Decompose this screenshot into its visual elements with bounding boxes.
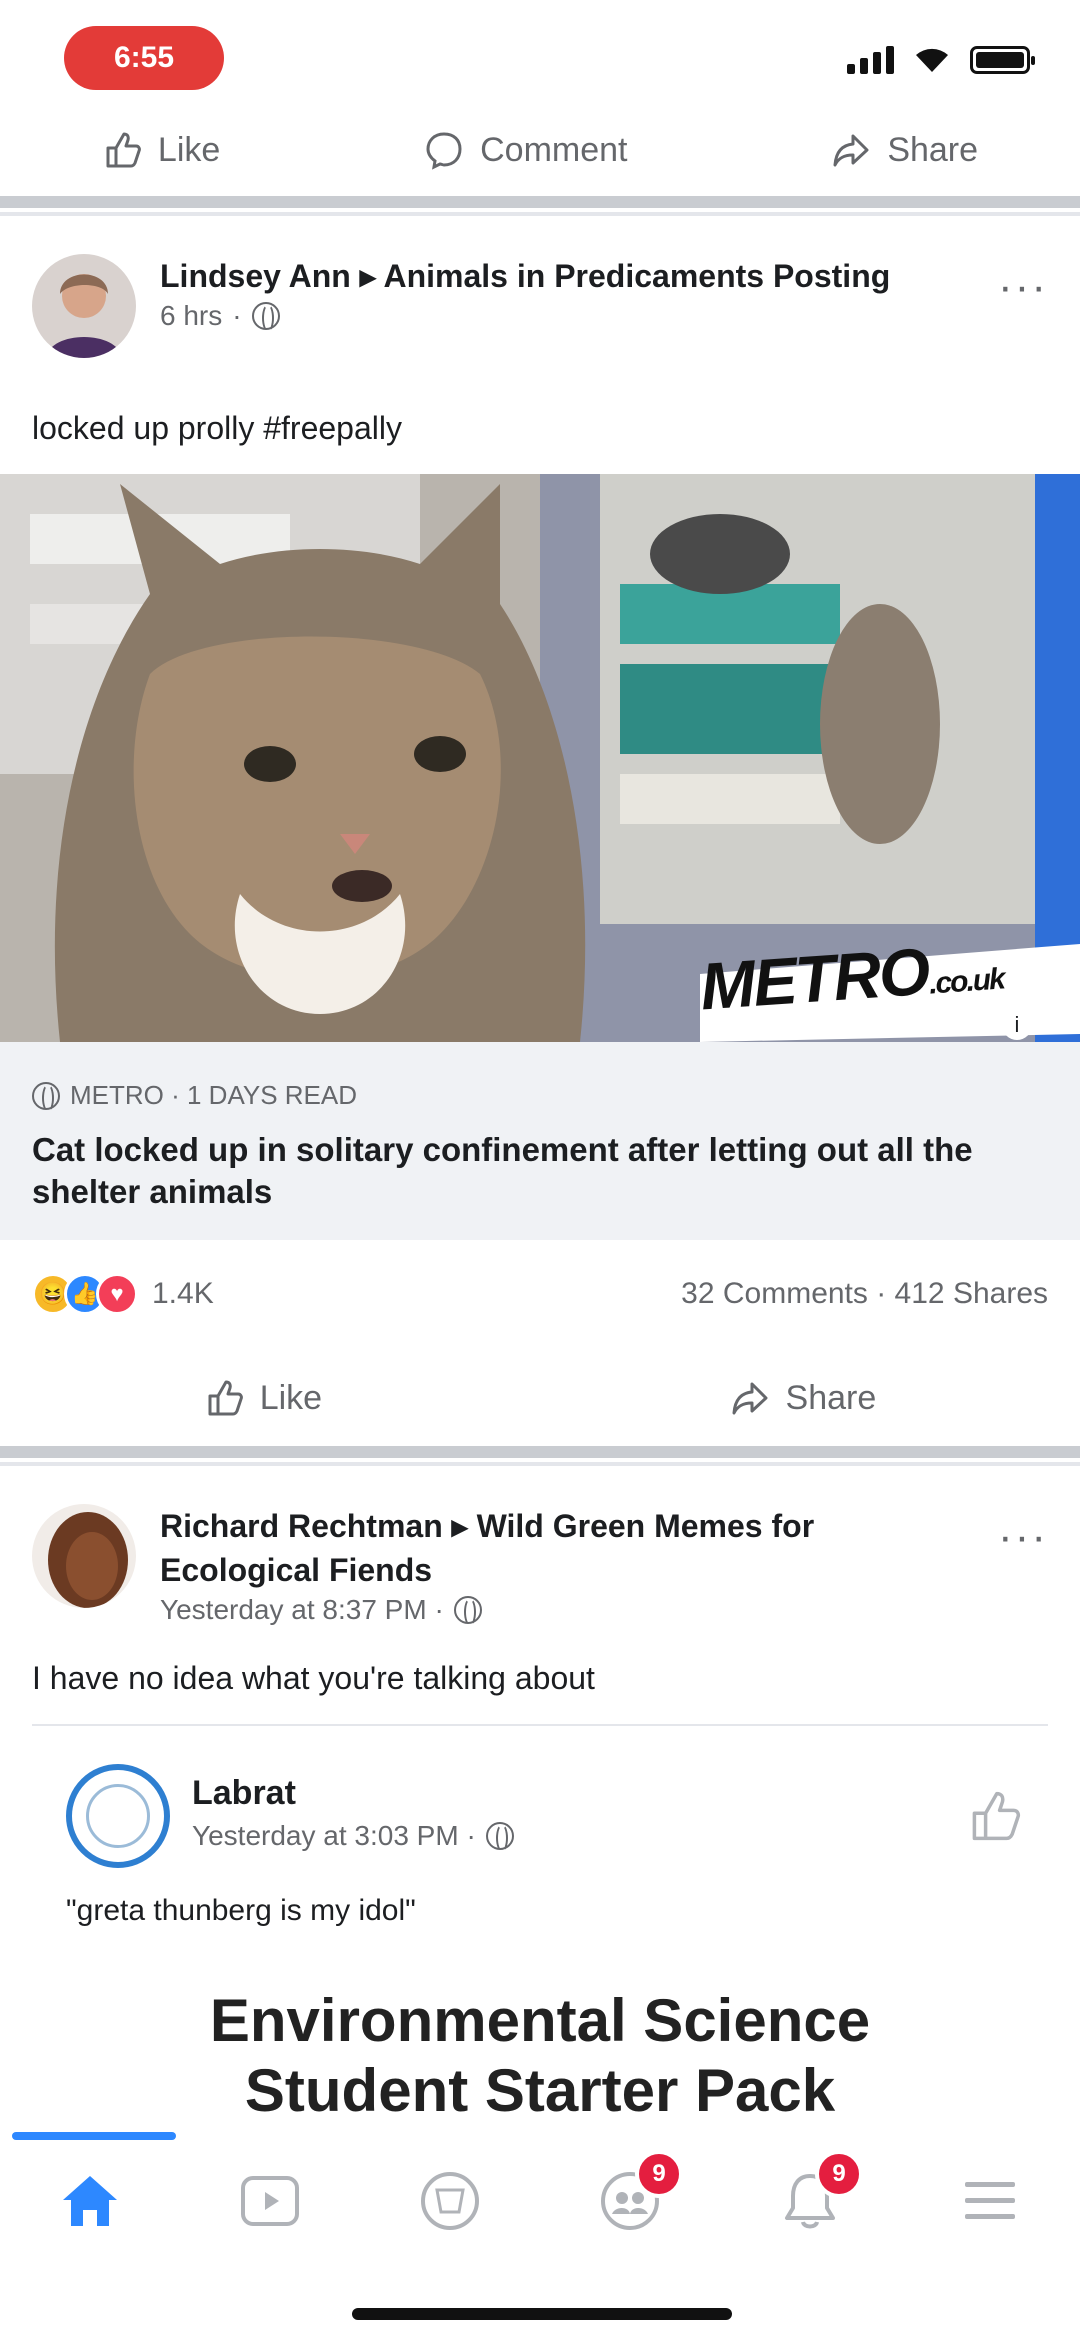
like-label: Like <box>157 130 221 169</box>
comment-label: Comment <box>480 130 628 169</box>
post-time-label: Yesterday at 8:37 PM · <box>160 1594 444 1625</box>
post-divider-line <box>0 212 1080 216</box>
globe-icon <box>251 302 280 332</box>
link-icon <box>32 1081 60 1112</box>
post-time: 6 hrs · <box>160 300 940 332</box>
thumbs-up-icon <box>208 1380 243 1416</box>
share-label: Share <box>887 130 979 169</box>
previous-post-actions: Like Comment Share <box>0 112 1080 188</box>
post-time-label: 6 hrs <box>160 300 223 331</box>
post-author[interactable]: Lindsey Ann ▸ Animals in Predicaments Po… <box>160 254 940 298</box>
post-author[interactable]: Richard Rechtman ▸ Wild Green Memes for … <box>160 1504 940 1592</box>
bottom-nav: 9 9 <box>0 2122 1080 2342</box>
comments-shares-count[interactable]: 32 Comments · 412 Shares <box>681 1277 1048 1311</box>
post-actions: Like Share <box>0 1360 1080 1436</box>
home-indicator[interactable] <box>352 2308 732 2320</box>
more-options-icon[interactable]: ··· <box>998 262 1048 312</box>
like-label: Like <box>259 1378 323 1417</box>
shared-post-author[interactable]: Labrat <box>192 1774 296 1813</box>
post-header: Richard Rechtman ▸ Wild Green Memes for … <box>32 1504 1048 1626</box>
info-icon[interactable]: i <box>1002 1010 1032 1040</box>
tab-groups[interactable]: 9 <box>585 2150 683 2246</box>
comment-button[interactable]: Comment <box>424 130 627 170</box>
menu-icon <box>965 2182 1015 2219</box>
share-label: Share <box>785 1378 877 1417</box>
wifi-icon <box>916 48 948 72</box>
share-button[interactable]: Share <box>831 130 978 170</box>
post-text: I have no idea what you're talking about <box>32 1660 595 1696</box>
share-icon <box>833 134 869 167</box>
love-reaction-icon: ♥ <box>96 1273 138 1315</box>
link-preview[interactable]: METRO · 1 DAYS READ Cat locked up in sol… <box>0 1042 1080 1240</box>
avatar[interactable] <box>32 1504 136 1608</box>
share-icon <box>732 1382 768 1415</box>
reaction-summary[interactable]: 😆 👍 ♥ 1.4K 32 Comments · 412 Shares <box>32 1266 1048 1322</box>
signal-icon <box>847 46 894 74</box>
globe-icon <box>453 1596 482 1626</box>
notifications-badge: 9 <box>815 2150 863 2198</box>
post-text: locked up prolly #freepally <box>32 410 402 446</box>
link-title: Cat locked up in solitary confinement af… <box>32 1131 973 1210</box>
post-divider-line <box>0 1462 1080 1466</box>
post-header: Lindsey Ann ▸ Animals in Predicaments Po… <box>32 254 1048 364</box>
home-icon <box>63 2176 117 2226</box>
status-time[interactable]: 6:55 <box>64 26 224 90</box>
meme-headline: Environmental Science Student Starter Pa… <box>209 1987 871 2124</box>
post-meta: Richard Rechtman ▸ Wild Green Memes for … <box>160 1504 940 1626</box>
post-meta: Lindsey Ann ▸ Animals in Predicaments Po… <box>160 254 940 332</box>
share-button[interactable]: Share <box>730 1378 877 1418</box>
groups-badge: 9 <box>635 2150 683 2198</box>
shared-post-text: "greta thunberg is my idol" <box>66 1894 416 1927</box>
avatar[interactable] <box>66 1764 170 1868</box>
link-source-label: METRO · 1 DAYS READ <box>70 1080 358 1110</box>
globe-icon <box>485 1822 514 1852</box>
active-tab-indicator <box>12 2132 176 2140</box>
tab-marketplace[interactable] <box>405 2156 495 2246</box>
link-source: METRO · 1 DAYS READ <box>32 1080 1048 1112</box>
thumbs-up-icon <box>106 132 141 168</box>
tab-menu[interactable] <box>945 2156 1035 2246</box>
post-divider <box>0 196 1080 208</box>
like-button[interactable]: Like <box>102 130 220 170</box>
reaction-count: 1.4K <box>152 1277 214 1310</box>
shared-post-time: Yesterday at 3:03 PM · <box>192 1820 514 1852</box>
comment-icon <box>426 132 462 170</box>
post-time: Yesterday at 8:37 PM · <box>160 1594 940 1626</box>
avatar[interactable] <box>32 254 136 358</box>
tab-home[interactable] <box>45 2156 135 2246</box>
battery-icon <box>970 46 1035 74</box>
shared-post[interactable]: Labrat Yesterday at 3:03 PM · "greta thu… <box>32 1724 1048 2144</box>
more-options-icon[interactable]: ··· <box>998 1512 1048 1562</box>
tab-watch[interactable] <box>225 2156 315 2246</box>
status-icons <box>847 46 1035 74</box>
marketplace-icon <box>421 2172 479 2230</box>
status-bar: 6:55 <box>0 0 1080 110</box>
like-button[interactable]: Like <box>204 1378 322 1418</box>
tab-notifications[interactable]: 9 <box>765 2150 863 2246</box>
thumbs-up-icon[interactable] <box>966 1788 1022 1844</box>
post-photo[interactable]: METRO.co.uk i <box>0 474 1080 1042</box>
watch-icon <box>241 2176 299 2226</box>
post-divider <box>0 1446 1080 1458</box>
audience-separator: · <box>232 300 242 331</box>
reaction-icons: 😆 👍 ♥ 1.4K <box>32 1273 214 1315</box>
